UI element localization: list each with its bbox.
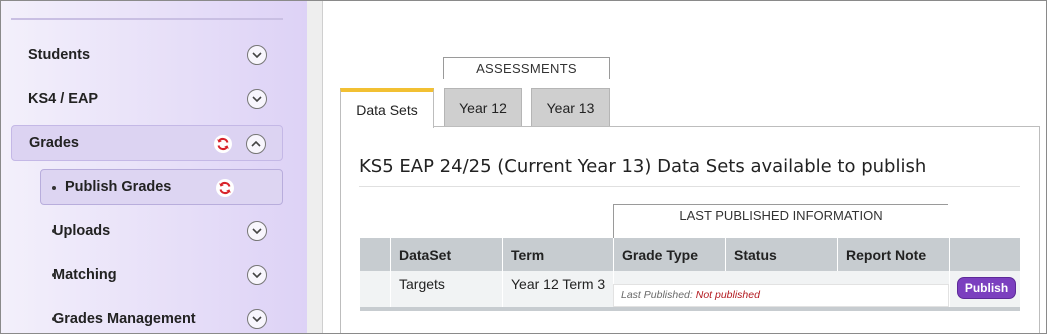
bullet — [52, 229, 56, 233]
row-select-cell — [360, 271, 390, 307]
sidebar-item-publish-grades[interactable]: Publish Grades — [40, 169, 283, 205]
panel-title: KS5 EAP 24/25 (Current Year 13) Data Set… — [359, 156, 927, 177]
chevron-down-icon[interactable] — [247, 89, 267, 109]
column-header-status: Status — [725, 238, 837, 271]
bullet — [52, 317, 56, 321]
last-published-info: Last Published: Not published — [613, 284, 949, 307]
bullet — [52, 186, 56, 190]
column-header-select — [360, 238, 390, 271]
tab-year-13[interactable]: Year 13 — [531, 88, 610, 127]
chevron-down-icon[interactable] — [247, 45, 267, 65]
sidebar-item-label: Students — [28, 47, 91, 63]
tab-data-sets[interactable]: Data Sets — [340, 88, 434, 128]
cell-term: Year 12 Term 3 — [502, 271, 613, 307]
sidebar-divider — [11, 18, 283, 20]
publish-button[interactable]: Publish — [957, 277, 1016, 299]
refresh-icon — [214, 135, 232, 153]
column-header-term: Term — [502, 238, 613, 271]
column-header-report-note: Report Note — [837, 238, 949, 271]
chevron-down-icon[interactable] — [247, 309, 267, 329]
window: Students KS4 / EAP Grades Publish Grades… — [0, 0, 1047, 334]
sidebar-item-ks4-eap[interactable]: KS4 / EAP — [11, 81, 283, 117]
chevron-up-icon[interactable] — [246, 134, 266, 154]
sidebar-scroll-gutter — [307, 1, 323, 333]
tab-group-header-assessments: ASSESSMENTS — [443, 57, 610, 79]
sidebar-item-label: Grades — [29, 135, 79, 151]
table-footer — [360, 307, 1020, 311]
tab-year-12[interactable]: Year 12 — [444, 88, 522, 127]
column-header-grade-type: Grade Type — [613, 238, 725, 271]
sidebar-item-grades[interactable]: Grades — [11, 125, 283, 161]
sidebar-item-students[interactable]: Students — [11, 37, 283, 73]
sidebar-item-label: Publish Grades — [65, 179, 172, 195]
column-header-dataset: DataSet — [390, 238, 502, 271]
chevron-down-icon[interactable] — [247, 265, 267, 285]
last-published-label: Last Published: — [621, 289, 693, 301]
sidebar: Students KS4 / EAP Grades Publish Grades… — [1, 1, 307, 333]
column-header-action — [949, 238, 1020, 271]
chevron-down-icon[interactable] — [247, 221, 267, 241]
bullet — [52, 273, 56, 277]
refresh-icon — [216, 179, 234, 197]
table-header: DataSet Term Grade Type Status Report No… — [360, 238, 1020, 271]
last-published-group-header: LAST PUBLISHED INFORMATION — [613, 204, 948, 238]
sidebar-item-uploads[interactable]: Uploads — [11, 213, 283, 249]
title-divider — [359, 186, 1020, 187]
last-published-value: Not published — [695, 289, 760, 301]
sidebar-item-matching[interactable]: Matching — [11, 257, 283, 293]
cell-dataset: Targets — [390, 271, 502, 307]
sidebar-item-grades-management[interactable]: Grades Management — [11, 301, 283, 333]
sidebar-item-label: KS4 / EAP — [28, 91, 99, 107]
